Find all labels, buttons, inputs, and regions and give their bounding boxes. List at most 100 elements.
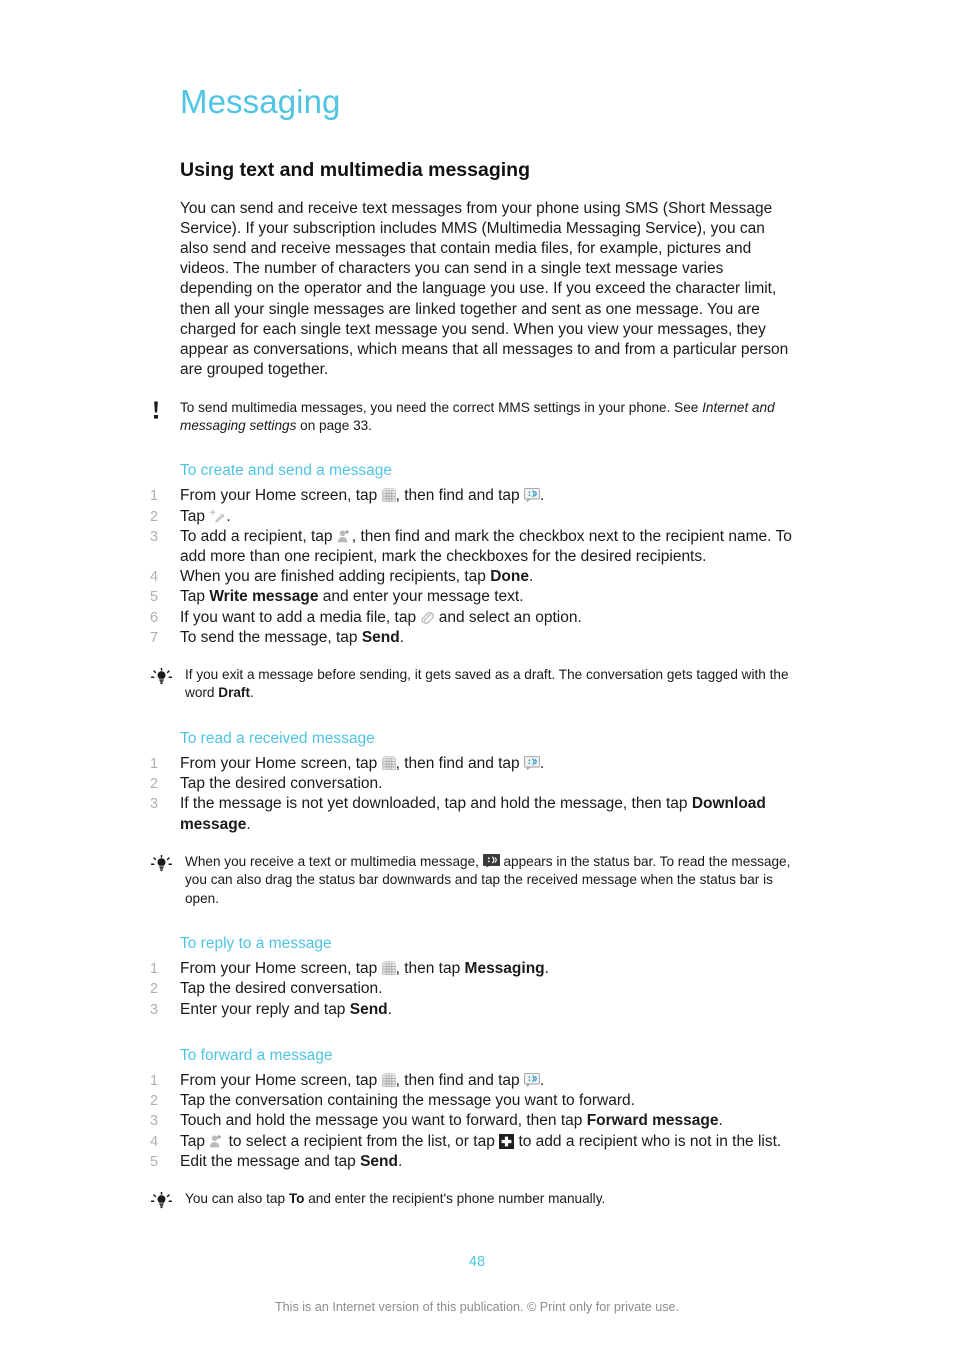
step-number: 3 (150, 1001, 159, 1018)
step-item: 2 Tap . (150, 507, 796, 527)
intro-paragraph: You can send and receive text messages f… (180, 199, 789, 379)
step-text: If you want to add a media file, tap and… (180, 609, 582, 626)
step-text: To send the message, tap Send. (180, 628, 405, 646)
procedure-title: To read a received message (180, 729, 375, 747)
step-list: 1 From your Home screen, tap , then find … (150, 754, 796, 835)
step-text: Tap to select a recipient from the list,… (180, 1133, 781, 1150)
document-page: Messaging Using text and multimedia mess… (0, 0, 954, 1350)
tip-callout: If you exit a message before sending, it… (151, 666, 796, 703)
app-drawer-icon (381, 1071, 396, 1091)
emphasis-term: Done (490, 568, 529, 586)
emphasis-term: Send (360, 1152, 398, 1170)
procedure-section: To create and send a message 1 From your H… (150, 461, 796, 703)
note-callout: To send multimedia messages, you need th… (151, 399, 796, 436)
emphasis-term: Download message (180, 795, 766, 833)
step-item: 1 From your Home screen, tap , then find … (150, 486, 796, 506)
note-text: To send multimedia messages, you need th… (180, 399, 775, 433)
step-item: 1 From your Home screen, tap , then find … (150, 1071, 796, 1091)
step-number: 5 (150, 1153, 159, 1170)
messaging-icon (524, 486, 540, 506)
exclamation-icon (151, 399, 180, 419)
paperclip-icon (420, 608, 435, 628)
step-item: 5 Edit the message and tap Send. (150, 1152, 796, 1172)
emphasis-term: Draft (218, 685, 250, 701)
step-text: If the message is not yet downloaded, ta… (180, 795, 766, 833)
emphasis-term: Messaging (464, 960, 545, 978)
tip-callout: You can also tap To and enter the recipi… (151, 1190, 796, 1212)
plus-box-icon (499, 1132, 515, 1152)
step-number: 3 (150, 1113, 159, 1130)
step-text: From your Home screen, tap , then find a… (180, 755, 544, 772)
step-text: Tap the conversation containing the mess… (180, 1092, 635, 1110)
step-text: When you are finished adding recipients,… (180, 568, 534, 586)
status-bar-message-icon (482, 853, 500, 871)
step-number: 1 (150, 1072, 159, 1089)
tip-callout: When you receive a text or multimedia me… (151, 853, 796, 908)
emphasis-term: Send (349, 1000, 388, 1018)
step-item: 2 Tap the desired conversation. (150, 979, 796, 999)
procedure-title: To forward a message (180, 1046, 333, 1064)
procedure-list: To create and send a message 1 From your H… (150, 461, 796, 1212)
procedure-section: To forward a message 1 From your Home scre… (150, 1046, 796, 1212)
app-drawer-icon (381, 486, 396, 506)
step-number: 3 (150, 528, 159, 545)
lightbulb-icon (151, 854, 172, 875)
step-text: Edit the message and tap Send. (180, 1152, 403, 1170)
step-item: 3 If the message is not yet downloaded, t… (150, 794, 796, 834)
step-text: Tap Write message and enter your message… (180, 588, 524, 606)
step-number: 6 (150, 609, 159, 626)
step-text: From your Home screen, tap , then find a… (180, 1072, 544, 1089)
step-text: From your Home screen, tap , then tap Me… (180, 960, 549, 977)
step-list: 1 From your Home screen, tap , then find … (150, 1071, 796, 1172)
emphasis-term: To (288, 1190, 305, 1206)
step-item: 4 When you are finished adding recipients… (150, 567, 796, 587)
step-number: 3 (150, 796, 159, 813)
step-text: Touch and hold the message you want to f… (180, 1112, 723, 1130)
step-number: 2 (150, 1093, 159, 1110)
messaging-icon (524, 754, 540, 774)
step-item: 6 If you want to add a media file, tap an… (150, 608, 796, 628)
page-number: 48 (468, 1254, 486, 1270)
step-number: 1 (150, 756, 159, 773)
app-drawer-icon (381, 754, 396, 774)
step-number: 2 (150, 981, 159, 998)
emphasis-term: Write message (209, 588, 319, 606)
step-item: 4 Tap to select a recipient from the list… (150, 1132, 796, 1152)
step-number: 2 (150, 776, 159, 793)
page-content: Messaging Using text and multimedia mess… (150, 83, 796, 1216)
footer-note: This is an Internet version of this publ… (274, 1300, 680, 1314)
step-list: 1 From your Home screen, tap , then tap M… (150, 959, 796, 1020)
step-item: 1 From your Home screen, tap , then tap M… (150, 959, 796, 979)
step-item: 3 Touch and hold the message you want to … (150, 1111, 796, 1131)
emphasis-term: Forward message (586, 1112, 719, 1130)
step-item: 5 Tap Write message and enter your messag… (150, 587, 796, 607)
cross-reference: Internet and messaging settings (180, 399, 775, 433)
step-item: 2 Tap the conversation containing the mes… (150, 1091, 796, 1111)
step-item: 2 Tap the desired conversation. (150, 774, 796, 794)
step-text: Enter your reply and tap Send. (180, 1000, 392, 1018)
step-number: 4 (150, 569, 159, 586)
procedure-section: To read a received message 1 From your Hom… (150, 729, 796, 908)
add-person-icon (337, 527, 352, 547)
step-list: 1 From your Home screen, tap , then find … (150, 486, 796, 648)
step-item: 3 To add a recipient, tap , then find and… (150, 527, 796, 567)
app-drawer-icon (381, 959, 396, 979)
emphasis-term: Send (361, 628, 400, 646)
procedure-section: To reply to a message 1 From your Home scr… (150, 934, 796, 1020)
procedure-title: To create and send a message (180, 462, 392, 480)
step-text: Tap the desired conversation. (180, 775, 383, 793)
section-heading: Using text and multimedia messaging (180, 159, 530, 182)
step-text: From your Home screen, tap , then find a… (180, 487, 544, 504)
step-text: To add a recipient, tap , then find and … (180, 527, 792, 566)
add-person-icon (209, 1132, 224, 1152)
step-number: 4 (150, 1133, 159, 1150)
step-text: Tap the desired conversation. (180, 980, 383, 998)
tip-text: When you receive a text or multimedia me… (185, 853, 791, 906)
step-item: 3 Enter your reply and tap Send. (150, 1000, 796, 1020)
step-number: 7 (150, 629, 159, 646)
step-item: 1 From your Home screen, tap , then find … (150, 754, 796, 774)
step-number: 1 (150, 961, 159, 978)
lightbulb-icon (151, 668, 172, 688)
step-number: 1 (150, 488, 159, 505)
step-item: 7 To send the message, tap Send. (150, 628, 796, 648)
